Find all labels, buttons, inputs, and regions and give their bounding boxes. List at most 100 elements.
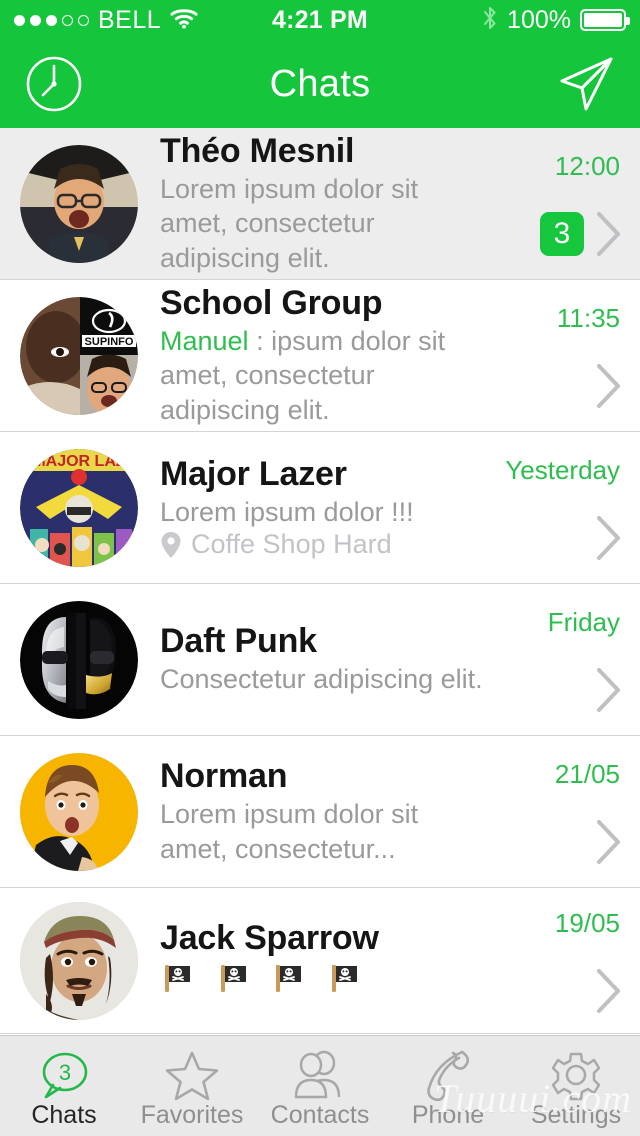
daft-punk-avatar	[20, 600, 138, 719]
tab-settings-label: Settings	[530, 1100, 622, 1129]
tab-chats-label: Chats	[31, 1100, 97, 1129]
chat-row-meta: Friday	[494, 601, 622, 719]
chat-location: Coffe Shop Hard	[160, 529, 484, 560]
chat-row-content: Daft Punk Consectetur adipiscing elit.	[138, 622, 494, 697]
chat-name: Daft Punk	[160, 622, 317, 661]
tab-settings[interactable]: Settings	[512, 1036, 640, 1136]
location-pin-icon	[161, 531, 181, 558]
signal-dot-3	[46, 14, 57, 26]
tab-chats[interactable]: 3 Chats	[0, 1036, 128, 1136]
chat-timestamp: 21/05	[554, 758, 620, 789]
chat-row-school-group[interactable]: SUPINFO School Group Manuel : ipsum dolo…	[0, 280, 640, 432]
signal-dot-5	[78, 14, 89, 26]
tab-favorites[interactable]: Favorites	[128, 1036, 256, 1136]
theo-mesnil-avatar	[20, 144, 138, 263]
jack-sparrow-avatar	[20, 901, 138, 1020]
chat-row-norman[interactable]: Norman Lorem ipsum dolor sit amet, conse…	[0, 736, 640, 888]
tab-phone-label: Phone	[411, 1100, 485, 1129]
norman-avatar	[20, 752, 138, 871]
chat-preview: Lorem ipsum dolor sit amet, consectetur.…	[160, 798, 419, 864]
chat-row-meta: 19/05	[494, 902, 622, 1020]
chevron-right-icon[interactable]	[596, 363, 622, 409]
chat-row-meta: 21/05	[494, 753, 622, 871]
bluetooth-icon	[482, 5, 498, 36]
school-group-avatar: SUPINFO	[20, 296, 138, 415]
gear-icon	[548, 1049, 604, 1101]
tab-chats-badge: 3	[59, 1060, 71, 1085]
signal-dot-2	[30, 14, 41, 26]
wifi-icon	[170, 7, 198, 34]
chat-timestamp: 12:00	[554, 150, 620, 181]
paper-plane-icon[interactable]	[554, 52, 618, 116]
chat-preview-emoji	[160, 961, 484, 1002]
chat-name: Major Lazer	[160, 454, 347, 493]
chat-row-meta: 11:35	[494, 297, 622, 415]
chat-row-jack-sparrow[interactable]: Jack Sparrow 19/05	[0, 888, 640, 1034]
phone-handset-icon	[421, 1049, 475, 1101]
chevron-right-icon[interactable]	[596, 819, 622, 865]
chat-sender-name: Manuel	[160, 325, 249, 356]
chat-name: Théo Mesnil	[160, 131, 355, 170]
chat-timestamp: Friday	[547, 606, 620, 637]
tab-favorites-label: Favorites	[140, 1100, 244, 1129]
carrier-label: BELL	[98, 5, 162, 34]
chat-timestamp: Yesterday	[505, 454, 620, 485]
chat-row-major-lazer[interactable]: MAJOR LAZ Major Lazer Lorem ipsum dolor …	[0, 432, 640, 584]
chevron-right-icon[interactable]	[596, 211, 622, 257]
chat-name: Norman	[160, 756, 288, 795]
chevron-right-icon[interactable]	[596, 667, 622, 713]
navigation-bar: Chats	[0, 40, 640, 128]
chat-preview: Consectetur adipiscing elit.	[160, 664, 483, 695]
chat-row-actions	[596, 819, 622, 865]
page-title: Chats	[269, 62, 371, 105]
chat-row-actions: 3	[540, 211, 622, 257]
svg-text:SUPINFO: SUPINFO	[85, 336, 134, 348]
status-bar: BELL 4:21 PM 100%	[0, 0, 640, 40]
svg-text:MAJOR LAZ: MAJOR LAZ	[32, 453, 126, 470]
signal-dot-1	[14, 14, 25, 26]
signal-strength-dots	[14, 14, 89, 26]
chat-row-meta: Yesterday	[494, 449, 622, 567]
status-bar-right: 100%	[482, 5, 630, 36]
chat-preview: Lorem ipsum dolor !!!	[160, 496, 414, 527]
chat-row-actions	[596, 515, 622, 561]
chat-timestamp: 19/05	[554, 907, 620, 938]
clock-icon[interactable]	[22, 52, 86, 116]
major-lazer-avatar: MAJOR LAZ	[20, 448, 138, 567]
pirate-flag-icon	[160, 961, 194, 1002]
tab-bar: 3 Chats Favorites Contacts Phone Setting…	[0, 1035, 640, 1136]
chat-name: School Group	[160, 283, 383, 322]
chevron-right-icon[interactable]	[596, 515, 622, 561]
chat-preview: Manuel : ipsum dolor sit amet, consectet…	[160, 324, 484, 428]
contacts-icon	[291, 1049, 349, 1101]
chat-timestamp: 11:35	[556, 302, 620, 333]
chat-row-daft-punk[interactable]: Daft Punk Consectetur adipiscing elit. F…	[0, 584, 640, 736]
battery-full-icon	[580, 9, 630, 31]
chat-bubble-icon: 3	[37, 1049, 91, 1101]
battery-percent-label: 100%	[507, 5, 571, 34]
chat-row-theo-mesnil[interactable]: Théo Mesnil Lorem ipsum dolor sit amet, …	[0, 128, 640, 280]
chat-row-content: Norman Lorem ipsum dolor sit amet, conse…	[138, 757, 494, 866]
chevron-right-icon[interactable]	[596, 968, 622, 1014]
pirate-flag-icon	[216, 961, 250, 1002]
chat-row-actions	[596, 667, 622, 713]
chat-row-content: Major Lazer Lorem ipsum dolor !!! Coffe …	[138, 455, 494, 561]
chat-location-label: Coffe Shop Hard	[191, 529, 392, 560]
pirate-flag-icon	[271, 961, 305, 1002]
pirate-flag-icon	[327, 961, 361, 1002]
tab-phone[interactable]: Phone	[384, 1036, 512, 1136]
signal-dot-4	[62, 14, 73, 26]
tab-contacts[interactable]: Contacts	[256, 1036, 384, 1136]
chat-preview: Lorem ipsum dolor sit amet, consectetur …	[160, 173, 419, 273]
chat-row-meta: 12:00 3	[494, 145, 622, 263]
unread-badge: 3	[540, 211, 584, 256]
app-screen: BELL 4:21 PM 100% Chats Théo Mesnil Lore…	[0, 0, 640, 1136]
chat-row-actions	[596, 363, 622, 409]
chat-row-content: Théo Mesnil Lorem ipsum dolor sit amet, …	[138, 132, 494, 276]
star-icon	[165, 1049, 219, 1101]
status-bar-left: BELL	[14, 7, 198, 34]
tab-contacts-label: Contacts	[270, 1100, 370, 1129]
chat-name: Jack Sparrow	[160, 918, 379, 957]
chat-row-content: School Group Manuel : ipsum dolor sit am…	[138, 284, 494, 428]
chat-row-actions	[596, 968, 622, 1014]
